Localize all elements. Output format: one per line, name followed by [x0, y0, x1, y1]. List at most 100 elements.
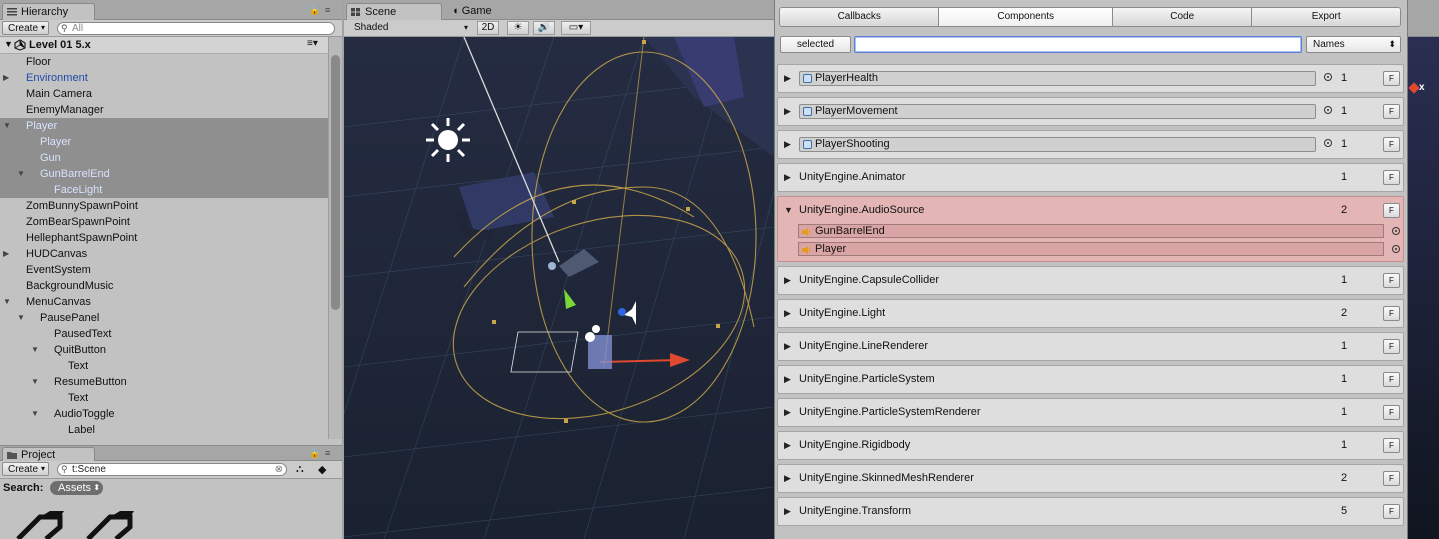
hierarchy-item[interactable]: ZomBunnySpawnPoint: [0, 198, 328, 214]
hierarchy-item[interactable]: EventSystem: [0, 262, 328, 278]
collapse-arrow-icon[interactable]: ▼: [3, 118, 11, 134]
hierarchy-item[interactable]: ▼ GunBarrelEnd: [0, 166, 328, 182]
collapse-arrow-icon[interactable]: ▼: [784, 205, 793, 215]
object-picker-icon[interactable]: [1392, 245, 1400, 253]
expand-arrow-icon[interactable]: ▶: [784, 473, 791, 484]
filter-by-label-icon[interactable]: ◆: [318, 463, 326, 476]
find-button[interactable]: F: [1383, 306, 1400, 321]
expand-arrow-icon[interactable]: ▶: [784, 139, 791, 150]
component-row[interactable]: ▶ UnityEngine.SkinnedMeshRenderer 2 F: [777, 464, 1404, 493]
hierarchy-item[interactable]: ZomBearSpawnPoint: [0, 214, 328, 230]
filter-by-type-icon[interactable]: ⛬: [296, 463, 304, 476]
component-row[interactable]: ▶ UnityEngine.Transform 5 F: [777, 497, 1404, 526]
component-row[interactable]: ▶ UnityEngine.ParticleSystemRenderer 1 F: [777, 398, 1404, 427]
shading-mode-select[interactable]: Shaded: [348, 21, 470, 35]
panel-menu-icon[interactable]: ≡: [325, 448, 330, 458]
component-row[interactable]: ▶ PlayerShooting 1 F: [777, 130, 1404, 159]
component-row[interactable]: ▶ PlayerHealth 1 F: [777, 64, 1404, 93]
lock-icon[interactable]: 🔒: [309, 5, 320, 16]
expand-arrow-icon[interactable]: ▶: [3, 70, 9, 86]
find-button[interactable]: F: [1383, 405, 1400, 420]
hierarchy-item[interactable]: ▶ HUDCanvas: [0, 246, 328, 262]
scrollbar-thumb[interactable]: [331, 55, 340, 310]
collapse-arrow-icon[interactable]: ▼: [17, 310, 25, 326]
component-row[interactable]: ▶ PlayerMovement 1 F: [777, 97, 1404, 126]
hierarchy-item[interactable]: ▼ PausePanel: [0, 310, 328, 326]
expand-arrow-icon[interactable]: ▶: [784, 308, 791, 319]
clear-search-icon[interactable]: ⊗: [275, 464, 283, 475]
tab-hierarchy[interactable]: Hierarchy: [2, 3, 95, 21]
hierarchy-item[interactable]: Text: [0, 390, 328, 406]
tab-components[interactable]: Components: [939, 8, 1113, 26]
script-object-field[interactable]: PlayerMovement: [799, 104, 1316, 119]
hierarchy-item[interactable]: Text: [0, 358, 328, 374]
selected-filter-button[interactable]: selected: [780, 36, 851, 53]
script-object-field[interactable]: PlayerShooting: [799, 137, 1316, 152]
tab-game[interactable]: ◖ Game: [452, 5, 492, 17]
unity-scene-asset-icon[interactable]: [80, 509, 136, 539]
expand-arrow-icon[interactable]: ▶: [3, 246, 9, 262]
tab-code[interactable]: Code: [1112, 8, 1253, 26]
hierarchy-item[interactable]: PausedText: [0, 326, 328, 342]
object-picker-icon[interactable]: [1324, 139, 1332, 147]
component-row[interactable]: ▶ UnityEngine.Rigidbody 1 F: [777, 431, 1404, 460]
lighting-toggle-icon[interactable]: ☀: [507, 21, 529, 35]
hierarchy-item[interactable]: Main Camera: [0, 86, 328, 102]
effects-menu-icon[interactable]: ▭▾: [561, 21, 591, 35]
component-row[interactable]: ▶ UnityEngine.ParticleSystem 1 F: [777, 365, 1404, 394]
expand-arrow-icon[interactable]: ▶: [784, 407, 791, 418]
expand-arrow-icon[interactable]: ▶: [784, 341, 791, 352]
component-row[interactable]: ▶ UnityEngine.Light 2 F: [777, 299, 1404, 328]
find-button[interactable]: F: [1383, 71, 1400, 86]
find-button[interactable]: F: [1383, 273, 1400, 288]
object-picker-icon[interactable]: [1324, 73, 1332, 81]
scene-viewport[interactable]: [344, 37, 774, 539]
find-button[interactable]: F: [1383, 504, 1400, 519]
object-picker-icon[interactable]: [1324, 106, 1332, 114]
hierarchy-item[interactable]: ▼ QuitButton: [0, 342, 328, 358]
component-row[interactable]: ▶ UnityEngine.Animator 1 F: [777, 163, 1404, 192]
component-instance-field[interactable]: Player: [798, 242, 1384, 256]
audio-toggle-icon[interactable]: 🔊: [533, 21, 555, 35]
hierarchy-item[interactable]: BackgroundMusic: [0, 278, 328, 294]
panel-menu-icon[interactable]: ≡: [325, 5, 330, 15]
hierarchy-item[interactable]: Label: [0, 422, 328, 438]
hierarchy-item[interactable]: ▼ MenuCanvas: [0, 294, 328, 310]
unity-scene-asset-icon[interactable]: [10, 509, 66, 539]
tab-project[interactable]: Project: [2, 447, 95, 462]
expand-arrow-icon[interactable]: ▶: [784, 73, 791, 84]
component-filter-input[interactable]: [854, 36, 1302, 53]
find-button[interactable]: F: [1383, 471, 1400, 486]
tab-scene[interactable]: Scene: [346, 3, 442, 21]
find-button[interactable]: F: [1383, 203, 1400, 218]
create-button[interactable]: Create: [2, 462, 49, 476]
mode-2d-toggle[interactable]: 2D: [477, 21, 499, 35]
hierarchy-search-input[interactable]: ⚲ All: [57, 22, 335, 35]
collapse-arrow-icon[interactable]: ▼: [31, 342, 39, 358]
collapse-arrow-icon[interactable]: ▼: [17, 166, 25, 182]
assets-scope-pill[interactable]: Assets: [50, 481, 104, 495]
collapse-arrow-icon[interactable]: ▼: [31, 406, 39, 422]
hierarchy-item[interactable]: Floor: [0, 54, 328, 70]
names-mode-select[interactable]: Names: [1306, 36, 1401, 53]
create-button[interactable]: Create: [2, 21, 49, 35]
hierarchy-item[interactable]: Gun: [0, 150, 328, 166]
hierarchy-item[interactable]: HellephantSpawnPoint: [0, 230, 328, 246]
collapse-arrow-icon[interactable]: ▼: [3, 294, 11, 310]
component-row[interactable]: ▶ UnityEngine.LineRenderer 1 F: [777, 332, 1404, 361]
hierarchy-item[interactable]: ▼ ResumeButton: [0, 374, 328, 390]
hierarchy-scrollbar[interactable]: [328, 37, 342, 439]
hierarchy-item[interactable]: FaceLight: [0, 182, 328, 198]
script-object-field[interactable]: PlayerHealth: [799, 71, 1316, 86]
expand-arrow-icon[interactable]: ▶: [784, 106, 791, 117]
find-button[interactable]: F: [1383, 372, 1400, 387]
find-button[interactable]: F: [1383, 170, 1400, 185]
hierarchy-item[interactable]: ▼ AudioToggle: [0, 406, 328, 422]
component-row[interactable]: ▶ UnityEngine.CapsuleCollider 1 F: [777, 266, 1404, 295]
component-instance-field[interactable]: GunBarrelEnd: [798, 224, 1384, 238]
expand-arrow-icon[interactable]: ▶: [784, 275, 791, 286]
hierarchy-item[interactable]: Player: [0, 134, 328, 150]
hierarchy-item[interactable]: ▶ Environment: [0, 70, 328, 86]
find-button[interactable]: F: [1383, 104, 1400, 119]
tab-export[interactable]: Export: [1252, 8, 1400, 26]
